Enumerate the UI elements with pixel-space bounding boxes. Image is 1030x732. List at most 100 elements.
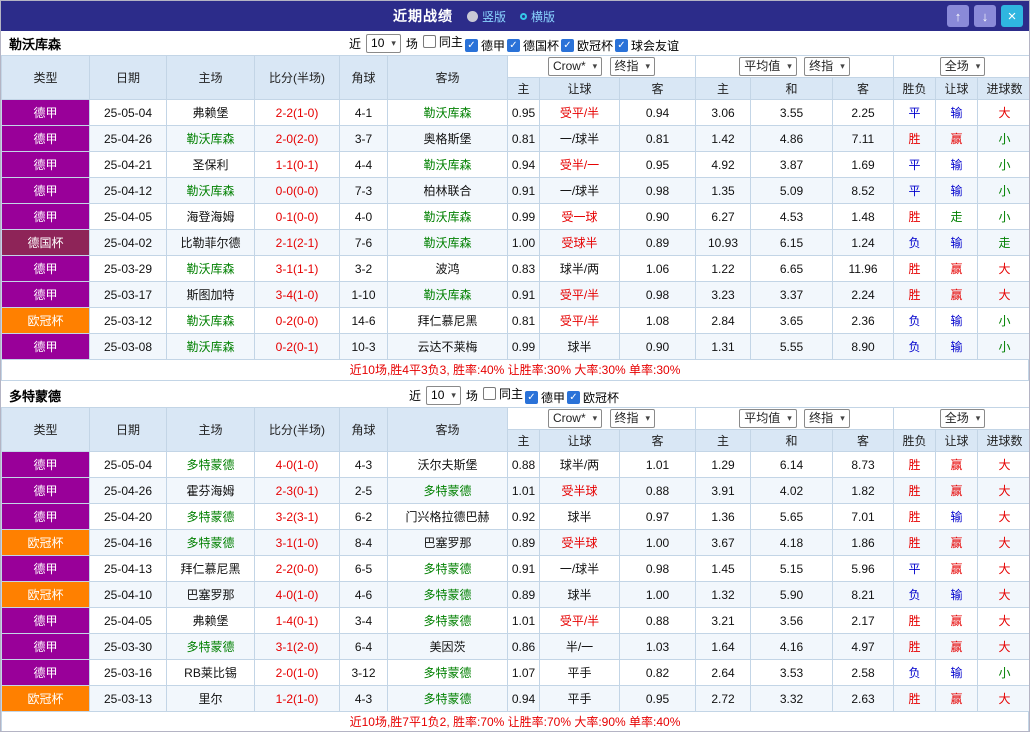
home-team: 弗赖堡 bbox=[166, 607, 255, 634]
home-team: 巴塞罗那 bbox=[166, 581, 255, 608]
filter-option[interactable]: ✓ 德甲 bbox=[524, 389, 565, 406]
checkbox-unchecked-icon[interactable] bbox=[422, 34, 436, 48]
scope-select[interactable]: 全场 ▾ bbox=[939, 57, 986, 76]
filter-option[interactable]: ✓ 欧冠杯 bbox=[566, 389, 619, 406]
team-section-dortmund: 多特蒙德 近 10 ▾ 场 同主 ✓ 德甲 ✓ 欧冠杯 类型 日期 主场 比分(… bbox=[1, 383, 1029, 731]
league-badge: 欧冠杯 bbox=[1, 581, 90, 608]
home-team: 多特蒙德 bbox=[166, 451, 255, 478]
result-goals: 大 bbox=[977, 255, 1029, 282]
chevron-down-icon: ▾ bbox=[840, 61, 845, 71]
match-date: 25-04-16 bbox=[89, 529, 167, 556]
avg-away: 2.17 bbox=[831, 607, 895, 634]
filter-option[interactable]: ✓ 德甲 bbox=[464, 37, 505, 54]
score: 1-4(0-1) bbox=[254, 607, 340, 634]
filter-option[interactable]: ✓ 德国杯 bbox=[506, 37, 559, 54]
col-header-date: 日期 bbox=[89, 55, 167, 100]
match-date: 25-03-30 bbox=[89, 633, 167, 660]
avg-draw: 3.37 bbox=[750, 281, 833, 308]
checkbox-checked-icon[interactable]: ✓ bbox=[614, 38, 628, 52]
col-header-corners: 角球 bbox=[339, 407, 388, 452]
filter-option[interactable]: ✓ 球会友谊 bbox=[614, 37, 679, 54]
odds-stage-select[interactable]: 终指 ▾ bbox=[609, 409, 656, 428]
average-stage-select[interactable]: 终指 ▾ bbox=[804, 409, 850, 428]
scroll-up-button[interactable]: ↑ bbox=[947, 5, 969, 27]
avg-away: 2.25 bbox=[831, 99, 895, 126]
col-header-handicap: 让球 bbox=[539, 429, 620, 452]
up-arrow-icon: ↑ bbox=[954, 8, 962, 24]
odds-home: 0.81 bbox=[507, 307, 540, 334]
odds-group-average: 平均值 ▾ 终指 ▾ bbox=[694, 407, 895, 430]
avg-away: 5.96 bbox=[831, 555, 895, 582]
away-team: 柏林联合 bbox=[387, 177, 508, 204]
col-header-avg-draw: 和 bbox=[750, 77, 833, 100]
odds-away: 0.90 bbox=[619, 203, 696, 230]
checkbox-checked-icon[interactable]: ✓ bbox=[566, 390, 580, 404]
filter-option[interactable]: 同主 bbox=[422, 33, 463, 50]
odds-home: 1.00 bbox=[507, 229, 540, 256]
average-select[interactable]: 平均值 ▾ bbox=[739, 409, 797, 428]
result-goals: 大 bbox=[977, 99, 1029, 126]
section-summary: 近10场,胜7平1负2, 胜率:70% 让胜率:70% 大率:90% 单率:40… bbox=[1, 712, 1029, 731]
league-badge: 德甲 bbox=[1, 151, 90, 178]
result-outcome: 负 bbox=[893, 307, 937, 334]
avg-home: 6.27 bbox=[695, 203, 751, 230]
scroll-down-button[interactable]: ↓ bbox=[974, 5, 996, 27]
home-team: 多特蒙德 bbox=[166, 503, 255, 530]
checkbox-unchecked-icon[interactable] bbox=[482, 386, 496, 400]
checkbox-checked-icon[interactable]: ✓ bbox=[524, 390, 538, 404]
avg-away: 11.96 bbox=[831, 255, 895, 282]
result-handicap: 赢 bbox=[935, 125, 979, 152]
checkbox-checked-icon[interactable]: ✓ bbox=[506, 38, 520, 52]
scope-select[interactable]: 全场 ▾ bbox=[939, 409, 986, 428]
odds-stage-select[interactable]: 终指 ▾ bbox=[609, 57, 656, 76]
league-badge: 德甲 bbox=[1, 477, 90, 504]
score: 4-0(1-0) bbox=[254, 581, 340, 608]
odds-away: 1.00 bbox=[619, 581, 696, 608]
close-button[interactable]: × bbox=[1001, 5, 1023, 27]
score: 2-3(0-1) bbox=[254, 477, 340, 504]
col-header-goals-result: 进球数 bbox=[977, 429, 1029, 452]
average-stage-select[interactable]: 终指 ▾ bbox=[804, 57, 850, 76]
filter-option[interactable]: ✓ 欧冠杯 bbox=[560, 37, 613, 54]
col-header-type: 类型 bbox=[1, 407, 90, 452]
col-header-avg-away: 客 bbox=[831, 429, 895, 452]
home-team: 勒沃库森 bbox=[166, 307, 255, 334]
score: 1-2(1-0) bbox=[254, 685, 340, 712]
filter-option[interactable]: 同主 bbox=[482, 385, 523, 402]
result-goals: 小 bbox=[977, 333, 1029, 360]
score: 3-1(1-0) bbox=[254, 529, 340, 556]
radio-unselected-icon[interactable] bbox=[466, 10, 478, 22]
match-count-select[interactable]: 10 ▾ bbox=[366, 33, 401, 53]
result-goals: 小 bbox=[977, 151, 1029, 178]
match-count-select[interactable]: 10 ▾ bbox=[426, 385, 461, 405]
odds-home: 0.95 bbox=[507, 99, 540, 126]
col-header-score: 比分(半场) bbox=[254, 407, 340, 452]
result-outcome: 胜 bbox=[893, 529, 937, 556]
odds-away: 1.03 bbox=[619, 633, 696, 660]
checkbox-checked-icon[interactable]: ✓ bbox=[464, 38, 478, 52]
match-date: 25-04-02 bbox=[89, 229, 167, 256]
corners: 4-0 bbox=[339, 203, 388, 230]
near-label: 近 bbox=[349, 36, 362, 51]
odds-away: 0.94 bbox=[619, 99, 696, 126]
layout-option-vertical[interactable]: 竖版 bbox=[466, 8, 506, 25]
bookmaker-select[interactable]: Crow* ▾ bbox=[547, 57, 603, 76]
average-select[interactable]: 平均值 ▾ bbox=[739, 57, 797, 76]
avg-draw: 4.86 bbox=[750, 125, 833, 152]
radio-selected-icon[interactable] bbox=[520, 12, 527, 20]
odds-home: 0.92 bbox=[507, 503, 540, 530]
away-team: 多特蒙德 bbox=[387, 555, 508, 582]
avg-draw: 5.09 bbox=[750, 177, 833, 204]
odds-away: 0.89 bbox=[619, 229, 696, 256]
checkbox-checked-icon[interactable]: ✓ bbox=[560, 38, 574, 52]
result-goals: 大 bbox=[977, 555, 1029, 582]
chevron-down-icon: ▾ bbox=[975, 413, 981, 423]
score: 0-2(0-1) bbox=[254, 333, 340, 360]
match-row: 德甲 25-04-05 海登海姆 0-1(0-0) 4-0 勒沃库森 0.99 受一球 0.90… bbox=[1, 203, 1029, 230]
layout-option-horizontal[interactable]: 横版 bbox=[520, 8, 555, 25]
bookmaker-select[interactable]: Crow* ▾ bbox=[547, 409, 603, 428]
odds-away: 0.88 bbox=[619, 607, 696, 634]
matches-label: 场 bbox=[405, 36, 418, 51]
odds-home: 0.89 bbox=[507, 581, 540, 608]
odds-home: 1.07 bbox=[507, 659, 540, 686]
